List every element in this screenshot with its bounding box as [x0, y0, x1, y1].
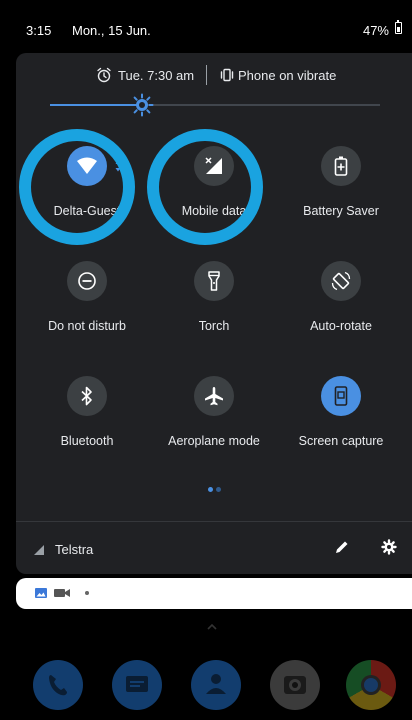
signal-strength-icon — [34, 545, 44, 555]
messages-icon[interactable] — [112, 660, 162, 710]
brightness-thumb-icon[interactable] — [130, 93, 154, 117]
carrier-name: Telstra — [55, 542, 94, 557]
brightness-slider[interactable] — [50, 93, 380, 117]
tile-bluetooth[interactable]: Bluetooth — [21, 368, 153, 478]
airplane-icon — [205, 387, 223, 406]
auto-rotate-tile-button[interactable] — [321, 261, 361, 301]
do-not-disturb-tile-button[interactable] — [67, 261, 107, 301]
tile-label: Do not disturb — [48, 319, 126, 333]
page-dot-active — [208, 487, 213, 492]
mobile-data-off-icon — [205, 157, 222, 174]
edit-pencil-icon[interactable] — [334, 539, 350, 555]
mobile-data-tile-button[interactable] — [194, 146, 234, 186]
camera-icon[interactable] — [270, 660, 320, 710]
battery-saver-icon — [334, 156, 348, 176]
video-camera-icon — [54, 589, 70, 597]
tile-do-not-disturb[interactable]: Do not disturb — [21, 253, 153, 363]
quick-settings-screen: 3:15 Mon., 15 Jun. 47% Tue. 7:30 am Phon… — [0, 0, 412, 720]
chevron-up-icon[interactable] — [205, 622, 219, 632]
vibrate-icon[interactable] — [219, 68, 235, 82]
tile-label: Aeroplane mode — [168, 434, 260, 448]
tile-label: Delta-Guest — [53, 204, 121, 218]
tile-wifi[interactable]: Delta-Guest — [21, 138, 153, 248]
aeroplane-mode-tile-button[interactable] — [194, 376, 234, 416]
do-not-disturb-icon — [78, 272, 96, 290]
tile-label: Mobile data — [181, 204, 247, 218]
settings-gear-icon[interactable] — [381, 539, 397, 555]
battery-saver-tile-button[interactable] — [321, 146, 361, 186]
screen-capture-icon — [334, 386, 348, 406]
wifi-expand-arrows-icon[interactable] — [115, 160, 121, 172]
wifi-tile-button[interactable] — [67, 146, 107, 186]
more-dot-icon — [85, 591, 89, 595]
image-icon — [35, 588, 47, 598]
notification-strip[interactable] — [16, 578, 412, 609]
chrome-icon[interactable] — [346, 660, 396, 710]
bluetooth-icon — [81, 386, 92, 406]
battery-icon — [395, 20, 402, 34]
tile-label: Auto-rotate — [310, 319, 372, 333]
next-alarm-text[interactable]: Tue. 7:30 am — [118, 68, 194, 83]
quick-settings-panel: Tue. 7:30 am Phone on vibrate Delta-Gues… — [16, 53, 412, 574]
tile-auto-rotate[interactable]: Auto-rotate — [275, 253, 407, 363]
status-date: Mon., 15 Jun. — [72, 23, 151, 38]
page-indicator — [208, 487, 228, 493]
ringer-mode-text[interactable]: Phone on vibrate — [238, 68, 336, 83]
screen-capture-tile-button[interactable] — [321, 376, 361, 416]
status-time: 3:15 — [26, 23, 52, 38]
quick-settings-footer: Telstra — [16, 521, 412, 575]
tile-aeroplane-mode[interactable]: Aeroplane mode — [148, 368, 280, 478]
battery-percentage: 47% — [362, 23, 389, 38]
brightness-fill — [50, 104, 142, 106]
tile-label: Battery Saver — [303, 204, 379, 218]
contacts-icon[interactable] — [191, 660, 241, 710]
wifi-icon — [77, 157, 97, 174]
tile-battery-saver[interactable]: Battery Saver — [275, 138, 407, 248]
tile-label: Bluetooth — [60, 434, 114, 448]
app-dock — [0, 640, 412, 720]
auto-rotate-icon — [331, 271, 351, 291]
tile-mobile-data[interactable]: Mobile data — [148, 138, 280, 248]
bluetooth-tile-button[interactable] — [67, 376, 107, 416]
status-bar: 3:15 Mon., 15 Jun. 47% — [0, 0, 412, 52]
torch-tile-button[interactable] — [194, 261, 234, 301]
torch-icon — [208, 271, 220, 291]
alarm-clock-icon[interactable] — [96, 67, 112, 83]
tile-label: Torch — [198, 319, 230, 333]
tile-label: Screen capture — [298, 434, 384, 448]
phone-icon[interactable] — [33, 660, 83, 710]
quick-settings-header: Tue. 7:30 am Phone on vibrate — [16, 65, 412, 87]
page-dot — [216, 487, 221, 492]
tile-torch[interactable]: Torch — [148, 253, 280, 363]
header-divider — [206, 65, 207, 85]
tile-screen-capture[interactable]: Screen capture — [275, 368, 407, 478]
